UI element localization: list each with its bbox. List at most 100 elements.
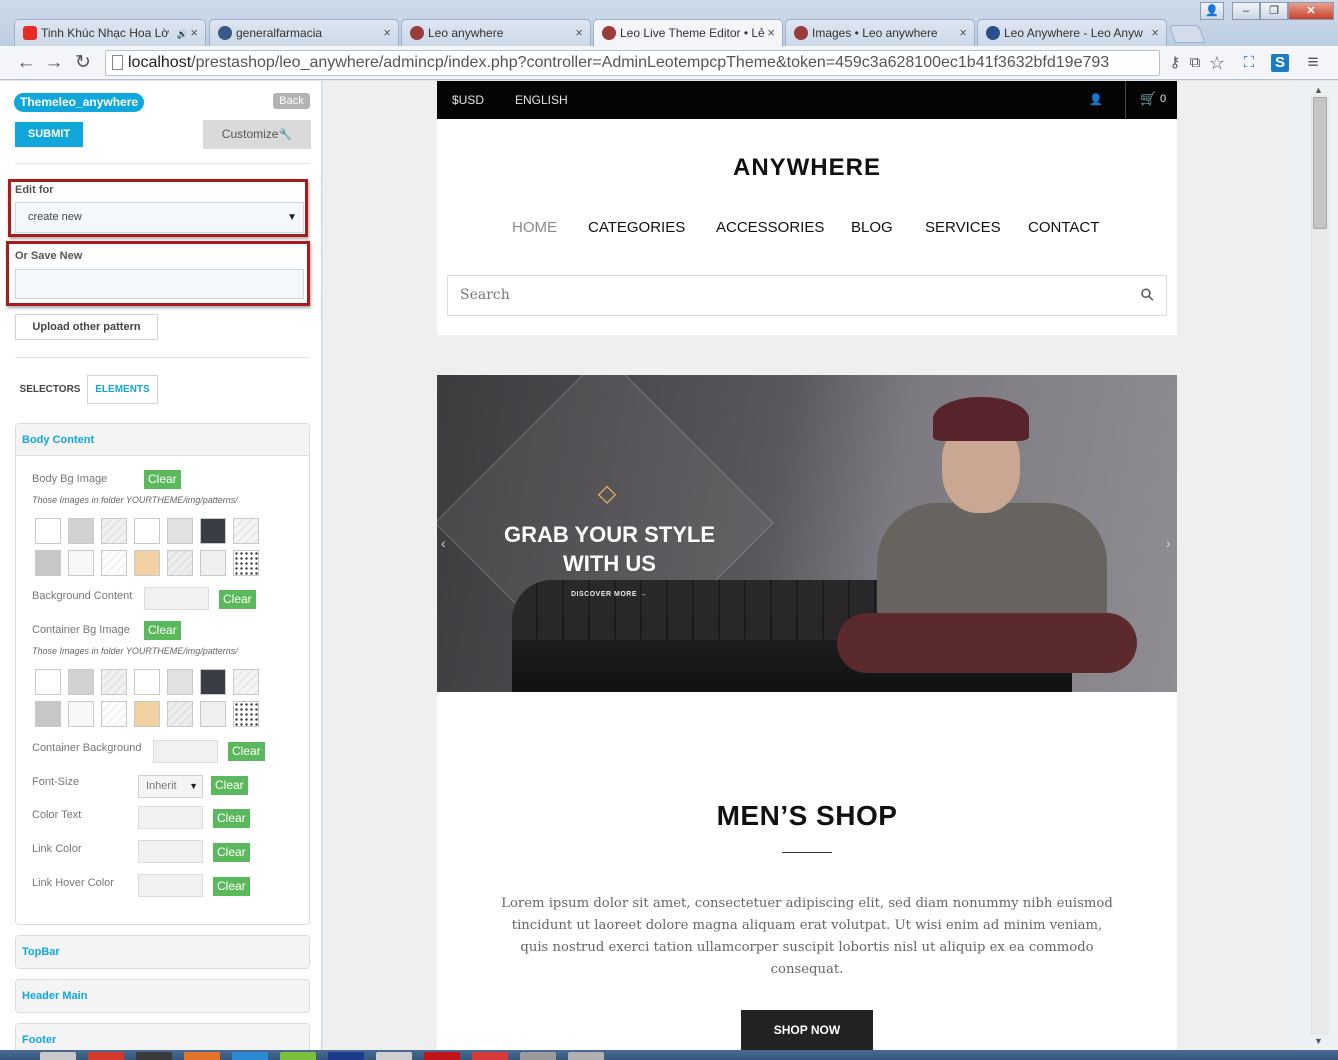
pattern-swatch[interactable] (233, 518, 259, 544)
pattern-swatch[interactable] (35, 701, 61, 727)
menu-item-accessories[interactable]: ACCESSORIES (716, 219, 824, 236)
pattern-swatch[interactable] (200, 550, 226, 576)
menu-item-categories[interactable]: CATEGORIES (588, 219, 685, 236)
taskbar-item[interactable] (520, 1052, 556, 1060)
font-size-select[interactable]: Inherit ▼ (138, 775, 203, 798)
maximize-button[interactable]: ❐ (1260, 2, 1288, 20)
page-scrollbar[interactable]: ▲ ▼ (1291, 81, 1338, 1050)
pattern-swatch[interactable] (167, 669, 193, 695)
pattern-swatch[interactable] (200, 701, 226, 727)
upload-pattern-button[interactable]: Upload other pattern (15, 314, 158, 340)
tab-generalfarmacia[interactable]: generalfarmacia × (209, 19, 399, 46)
language-switch[interactable]: ENGLISH (515, 81, 568, 119)
back-icon[interactable]: ← (14, 51, 38, 75)
clear-button[interactable]: Clear (211, 776, 248, 795)
address-bar[interactable]: localhost/prestashop/leo_anywhere/adminc… (105, 50, 1160, 76)
clear-button[interactable]: Clear (219, 590, 256, 609)
clear-button[interactable]: Clear (213, 843, 250, 862)
back-button[interactable]: Back (273, 93, 310, 109)
close-icon[interactable]: × (1151, 20, 1159, 46)
extension-icon[interactable]: S (1271, 54, 1289, 72)
clear-button[interactable]: Clear (213, 809, 250, 828)
pattern-swatch[interactable] (134, 518, 160, 544)
taskbar-item[interactable] (280, 1052, 316, 1060)
pattern-swatch[interactable] (167, 701, 193, 727)
customize-button[interactable]: Customize🔧 (203, 120, 311, 149)
slider-next-icon[interactable]: › (1166, 535, 1171, 551)
pattern-swatch[interactable] (233, 669, 259, 695)
audio-icon[interactable]: 🔊 (177, 29, 188, 39)
store-search-input[interactable]: Search ⚲ (447, 275, 1167, 316)
pattern-swatch[interactable] (134, 701, 160, 727)
close-icon[interactable]: × (767, 20, 775, 46)
slider-prev-icon[interactable]: ‹ (441, 535, 446, 551)
menu-icon[interactable]: ≡ (1304, 53, 1322, 72)
discover-more-link[interactable]: DISCOVER MORE → (571, 591, 647, 598)
tab-images[interactable]: Images • Leo anywhere × (785, 19, 975, 46)
pattern-swatch[interactable] (35, 518, 61, 544)
window-close-button[interactable]: ✕ (1288, 2, 1334, 20)
pattern-swatch[interactable] (68, 701, 94, 727)
pattern-swatch[interactable] (233, 701, 259, 727)
pattern-swatch[interactable] (134, 550, 160, 576)
new-tab-button[interactable] (1168, 25, 1206, 43)
pattern-swatch[interactable] (167, 550, 193, 576)
clear-button[interactable]: Clear (228, 742, 265, 761)
pattern-swatch[interactable] (35, 550, 61, 576)
menu-item-home[interactable]: HOME (512, 219, 557, 236)
pattern-swatch[interactable] (101, 701, 127, 727)
taskbar-item[interactable] (40, 1052, 76, 1060)
shop-now-button[interactable]: SHOP NOW (741, 1010, 873, 1050)
tab-leo-anywhere[interactable]: Leo anywhere × (401, 19, 591, 46)
menu-item-contact[interactable]: CONTACT (1028, 219, 1099, 236)
link-color-input[interactable] (138, 840, 203, 863)
star-icon[interactable]: ☆ (1208, 54, 1226, 72)
taskbar-item[interactable] (424, 1052, 460, 1060)
taskbar-item[interactable] (232, 1052, 268, 1060)
taskbar-item[interactable] (376, 1052, 412, 1060)
clear-button[interactable]: Clear (144, 621, 181, 640)
currency-switch[interactable]: $USD (452, 81, 484, 119)
clear-button[interactable]: Clear (213, 877, 250, 896)
store-logo[interactable]: ANYWHERE (437, 154, 1177, 182)
accordion-header-topbar[interactable]: TopBar (16, 936, 309, 968)
taskbar-item[interactable] (472, 1052, 508, 1060)
pattern-swatch[interactable] (200, 669, 226, 695)
container-background-color-input[interactable] (153, 740, 218, 763)
close-icon[interactable]: × (959, 20, 967, 46)
taskbar-item[interactable] (184, 1052, 220, 1060)
minimize-button[interactable]: – (1232, 2, 1260, 20)
search-icon[interactable]: ⚲ (1130, 277, 1166, 313)
taskbar-item[interactable] (328, 1052, 364, 1060)
tab-youtube[interactable]: Tinh Khúc Nhạc Hoa Lờ 🔊 × (14, 19, 206, 46)
accordion-header-footer[interactable]: Footer (16, 1024, 309, 1050)
background-content-color-input[interactable] (144, 587, 209, 610)
user-icon[interactable]: 👤 (1200, 2, 1224, 20)
translate-icon[interactable]: ⧉ (1186, 54, 1204, 72)
menu-item-services[interactable]: SERVICES (925, 219, 1001, 236)
close-icon[interactable]: × (383, 20, 391, 46)
pattern-swatch[interactable] (101, 669, 127, 695)
forward-icon[interactable]: → (42, 51, 66, 75)
scroll-down-icon[interactable]: ▼ (1314, 1036, 1323, 1046)
tab-live-theme-editor[interactable]: Leo Live Theme Editor • Lẻ × (593, 19, 783, 47)
tab-selectors[interactable]: SELECTORS (15, 376, 85, 404)
link-hover-color-input[interactable] (138, 874, 203, 897)
pattern-swatch[interactable] (35, 669, 61, 695)
scroll-up-icon[interactable]: ▲ (1314, 85, 1323, 95)
close-icon[interactable]: × (575, 20, 583, 46)
pattern-swatch[interactable] (101, 550, 127, 576)
pattern-swatch[interactable] (167, 518, 193, 544)
pattern-swatch[interactable] (68, 669, 94, 695)
screen-icon[interactable]: ⛶ (1240, 54, 1258, 72)
taskbar-item[interactable] (88, 1052, 124, 1060)
pattern-swatch[interactable] (200, 518, 226, 544)
pattern-swatch[interactable] (68, 518, 94, 544)
taskbar-item[interactable] (568, 1052, 604, 1060)
submit-button[interactable]: SUBMIT (15, 122, 83, 147)
pattern-swatch[interactable] (134, 669, 160, 695)
reload-icon[interactable]: ↻ (71, 51, 95, 75)
pattern-swatch[interactable] (233, 550, 259, 576)
key-icon[interactable]: ⚷ (1166, 54, 1184, 72)
scrollbar-thumb[interactable] (1313, 97, 1327, 229)
